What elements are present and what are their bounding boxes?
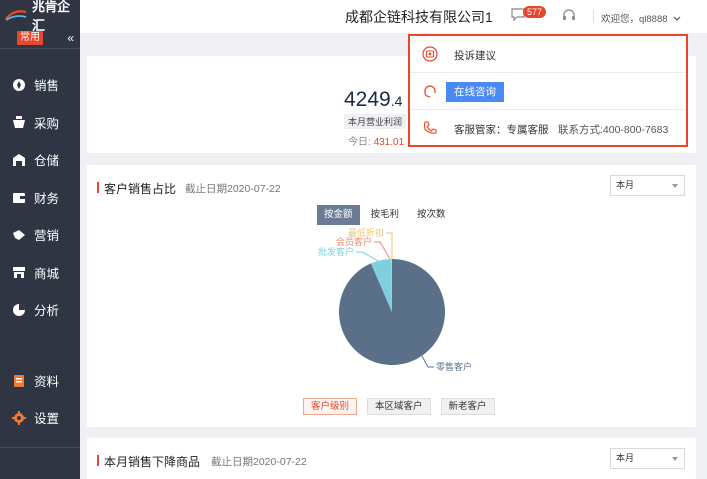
- sidebar-item-label: 设置: [34, 412, 60, 426]
- logo[interactable]: 兆肯企汇: [0, 0, 80, 33]
- collapse-icon[interactable]: «: [67, 31, 74, 45]
- metric-tabs: 按金额 按毛利 按次数: [317, 205, 457, 225]
- filter-local-customers[interactable]: 本区域客户: [367, 398, 431, 415]
- sidebar-item-data[interactable]: 资料: [0, 362, 80, 399]
- sidebar-item-label: 营销: [34, 229, 60, 244]
- sidebar-item-label: 商城: [34, 266, 60, 281]
- sidebar-nav: 销售 采购 仓储 财务 营销 商城 分析: [0, 66, 80, 329]
- pie-label: 零售客户: [436, 361, 472, 373]
- chevron-down-icon: [673, 16, 681, 21]
- period-select[interactable]: 本月: [610, 448, 685, 469]
- top-header: 成都企链科技有限公司1 577 欢迎您，ql8888: [80, 0, 707, 33]
- logo-text: 兆肯企汇: [32, 0, 70, 33]
- sidebar-item-warehouse[interactable]: 仓储: [0, 141, 80, 179]
- online-consult-row: 在线咨询: [410, 73, 686, 109]
- complaint-label: 投诉建议: [454, 50, 496, 62]
- logo-icon: [4, 8, 28, 22]
- sidebar-divider: [0, 48, 80, 49]
- purchase-icon: [12, 115, 26, 129]
- sidebar: 兆肯企汇 常用 « 销售 采购 仓储 财务 营销 商城 分析 资料 设置: [0, 0, 80, 479]
- sidebar-bottom-nav: 资料 设置: [0, 362, 80, 436]
- sidebar-item-sales[interactable]: 销售: [0, 66, 80, 104]
- sidebar-item-mall[interactable]: 商城: [0, 254, 80, 292]
- chevron-down-icon: [672, 184, 678, 188]
- pie-chart: 零售客户批发客户会员客户最低折扣: [318, 227, 472, 373]
- finance-icon: [12, 190, 26, 204]
- tab-count[interactable]: 按次数: [410, 205, 453, 225]
- pie-leader-line: [421, 355, 434, 368]
- sidebar-item-purchase[interactable]: 采购: [0, 104, 80, 142]
- card-date: 截止日期2020-07-22: [211, 456, 307, 468]
- phone-icon: [422, 120, 438, 136]
- dimension-filters: 客户级别 本区域客户 新老客户: [303, 398, 505, 415]
- data-icon: [12, 374, 26, 388]
- customer-service-popover: 投诉建议 在线咨询 客服管家：专属客服 联系方式:400-800-7683: [408, 34, 688, 147]
- headset-icon: [422, 83, 438, 99]
- message-count-badge: 577: [523, 6, 547, 18]
- sidebar-item-label: 分析: [34, 304, 60, 319]
- butler-label: 客服管家：专属客服: [454, 124, 549, 136]
- marketing-icon: [12, 228, 26, 242]
- today-profit: 今日: 431.01: [348, 137, 405, 148]
- sidebar-item-label: 资料: [34, 375, 60, 389]
- online-consult-button[interactable]: 在线咨询: [446, 82, 504, 102]
- gear-icon: [12, 410, 26, 425]
- sidebar-item-settings[interactable]: 设置: [0, 399, 80, 436]
- sidebar-item-marketing[interactable]: 营销: [0, 216, 80, 254]
- sidebar-item-label: 采购: [34, 116, 60, 131]
- welcome-text: 欢迎您，ql8888: [601, 14, 668, 25]
- sidebar-item-label: 销售: [34, 79, 60, 94]
- filter-new-old-customers[interactable]: 新老客户: [440, 398, 495, 415]
- declining-products-card: 本月销售下降商品 截止日期2020-07-22 本月: [87, 438, 696, 479]
- sidebar-divider: [0, 447, 80, 448]
- analysis-icon: [12, 303, 26, 317]
- sidebar-item-finance[interactable]: 财务: [0, 179, 80, 217]
- sidebar-item-label: 财务: [34, 191, 60, 206]
- tab-gross-profit[interactable]: 按毛利: [364, 205, 407, 225]
- user-menu[interactable]: 欢迎您，ql8888: [601, 11, 681, 25]
- profit-value: 4249.4: [344, 88, 403, 111]
- filter-customer-level[interactable]: 客户级别: [303, 398, 358, 415]
- warehouse-icon: [12, 153, 26, 167]
- pie-leader-line: [374, 241, 391, 260]
- customer-service-icon[interactable]: [562, 8, 576, 25]
- card-title: 本月销售下降商品: [97, 453, 200, 470]
- period-select[interactable]: 本月: [610, 175, 685, 196]
- tab-amount[interactable]: 按金额: [317, 205, 360, 225]
- butler-row: 客服管家：专属客服 联系方式:400-800-7683: [410, 110, 686, 146]
- complaint-row[interactable]: 投诉建议: [410, 36, 686, 72]
- sidebar-item-analysis[interactable]: 分析: [0, 291, 80, 329]
- pie-label: 最低折扣: [348, 227, 384, 239]
- pie-leader-line: [386, 232, 393, 259]
- card-title: 客户销售占比: [97, 180, 176, 197]
- sales-icon: [12, 78, 26, 92]
- profit-label: 本月营业利润: [344, 114, 407, 129]
- mall-icon: [12, 265, 26, 279]
- contact-phone: 联系方式:400-800-7683: [558, 124, 669, 136]
- sidebar-item-label: 仓储: [34, 154, 60, 169]
- customer-sales-card: 客户销售占比 截止日期2020-07-22 本月 按金额 按毛利 按次数 零售客…: [87, 165, 696, 427]
- company-name: 成都企链科技有限公司1: [345, 9, 493, 25]
- header-divider: [593, 10, 594, 23]
- pie-leader-line: [356, 251, 385, 265]
- chevron-down-icon: [672, 457, 678, 461]
- common-badge[interactable]: 常用: [17, 31, 43, 45]
- complaint-phone-icon: [422, 46, 438, 62]
- card-date: 截止日期2020-07-22: [185, 183, 281, 195]
